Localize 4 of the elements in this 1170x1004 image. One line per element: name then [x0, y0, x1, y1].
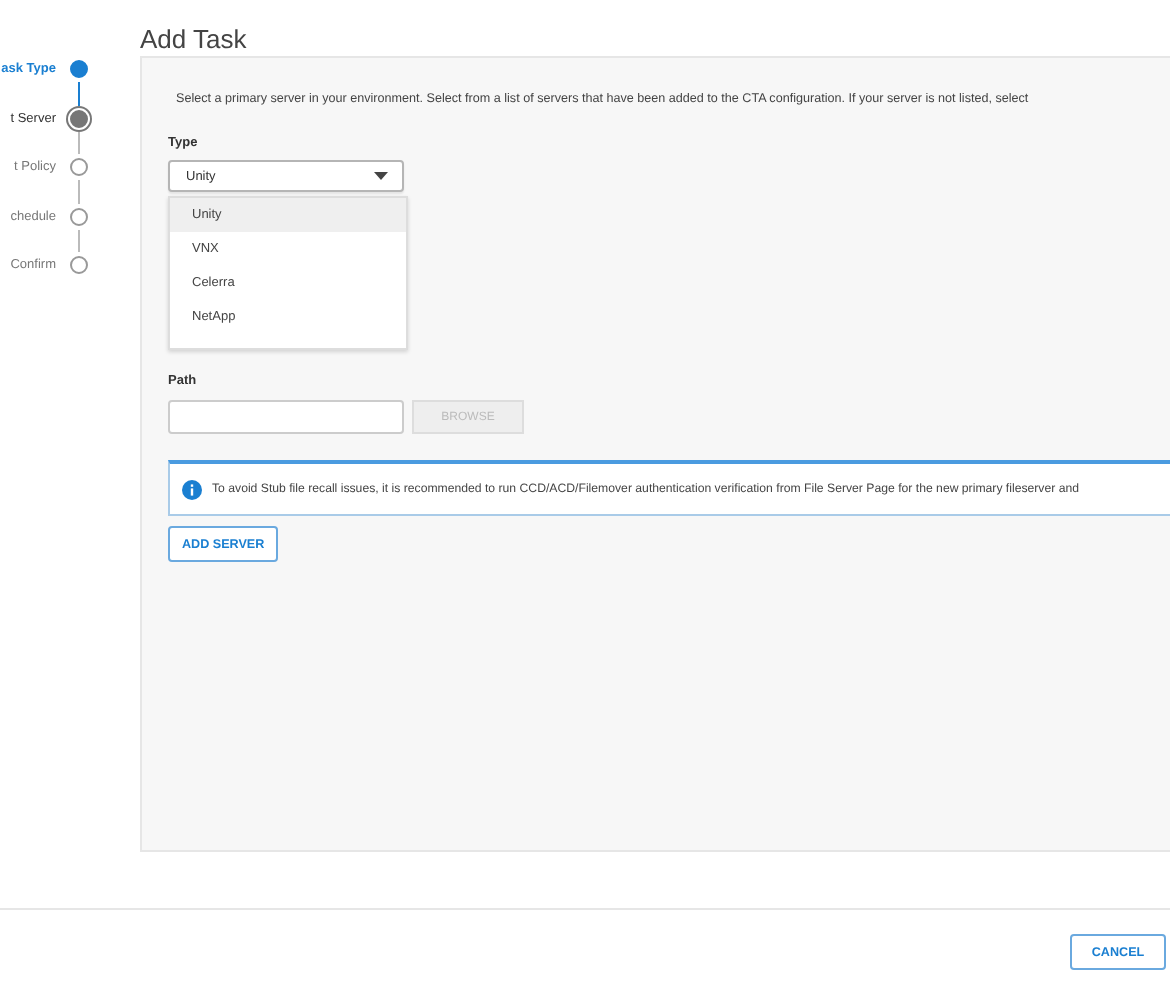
path-input[interactable] [168, 400, 404, 434]
caret-icon [374, 172, 388, 180]
page-title: Add Task [140, 24, 249, 54]
info-icon [182, 479, 202, 499]
